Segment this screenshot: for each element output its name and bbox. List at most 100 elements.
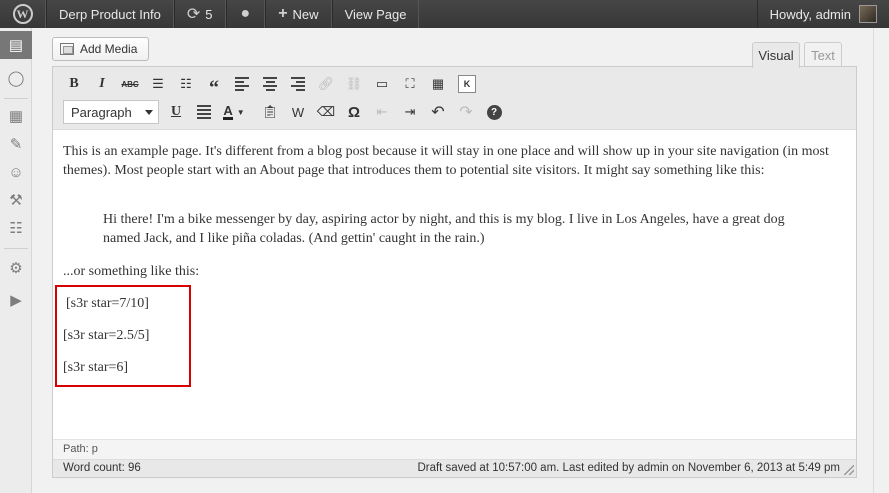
strikethrough-icon: ABC <box>121 79 139 89</box>
updates-icon: ⟳ <box>186 6 201 23</box>
text-color-button[interactable]: A ▼ <box>219 101 249 123</box>
menu-settings[interactable]: ⚙ <box>0 254 32 282</box>
menu-users[interactable]: ☺ <box>0 158 32 186</box>
align-right-icon <box>291 77 305 91</box>
fullscreen-button[interactable]: ⛶ <box>399 73 421 95</box>
redo-button[interactable]: ↷ <box>455 101 477 123</box>
view-page-link[interactable]: View Page <box>331 0 420 28</box>
comments-icon: ● <box>240 5 251 22</box>
avatar <box>859 5 877 23</box>
chevron-down-icon: ▼ <box>236 107 245 117</box>
menu-separator <box>4 98 28 99</box>
comment-bubble-icon: ◯ <box>7 70 25 87</box>
new-content-link[interactable]: + New <box>265 0 332 28</box>
shortcode-k-button[interactable]: K <box>458 75 476 93</box>
tab-visual[interactable]: Visual <box>752 42 800 68</box>
help-button[interactable]: ? <box>483 101 505 123</box>
insert-link-button[interactable]: 🔗︎ <box>315 73 337 95</box>
site-name-label: Derp Product Info <box>59 6 161 22</box>
pages-icon: ▤ <box>8 37 24 54</box>
align-center-icon <box>263 77 277 91</box>
underline-button[interactable]: U <box>165 101 187 123</box>
editor-toolbar: B I ABC ☰ ☷ “ 🔗︎ ⛓ ▭ ⛶ ▦ K Paragraph U A… <box>53 67 856 130</box>
wordpress-menu[interactable]: W <box>0 0 46 28</box>
editor: B I ABC ☰ ☷ “ 🔗︎ ⛓ ▭ ⛶ ▦ K Paragraph U A… <box>52 66 857 478</box>
clear-formatting-button[interactable]: ⌫ <box>315 101 337 123</box>
site-name-link[interactable]: Derp Product Info <box>46 0 174 28</box>
resize-handle-icon[interactable] <box>844 465 854 475</box>
tab-text-label: Text <box>811 47 835 63</box>
menu-separator <box>4 248 28 249</box>
numbered-list-button[interactable]: ☷ <box>175 73 197 95</box>
justify-icon <box>197 105 211 119</box>
align-right-button[interactable] <box>287 73 309 95</box>
fullscreen-icon: ⛶ <box>405 76 415 91</box>
updates-link[interactable]: ⟳ 5 <box>173 0 226 28</box>
word-count: Word count: 96 <box>63 462 141 474</box>
menu-comments[interactable]: ◯ <box>0 64 32 92</box>
strikethrough-button[interactable]: ABC <box>119 73 141 95</box>
indent-button[interactable]: ⇥ <box>399 101 421 123</box>
blockquote-text: Hi there! I'm a bike messenger by day, a… <box>103 212 785 246</box>
menu-pages[interactable]: ▤ <box>0 31 32 59</box>
greeting-label: Howdy, admin <box>769 6 851 22</box>
text-color-icon: A <box>223 102 233 120</box>
admin-side-menu: ▤ ◯ ▦ ✎ ☺ ⚒ ☷ ⚙ ▶ <box>0 28 32 493</box>
insert-more-button[interactable]: ▭ <box>371 73 393 95</box>
add-media-button[interactable]: Add Media <box>52 37 149 61</box>
bullet-list-icon: ☰ <box>152 76 164 91</box>
italic-button[interactable]: I <box>91 73 113 95</box>
paste-text-button[interactable]: 📋︎ <box>259 101 281 123</box>
toolbar-toggle-button[interactable]: ▦ <box>427 73 449 95</box>
paste-word-icon: W <box>291 104 305 120</box>
page-right-edge <box>873 28 889 493</box>
italic-icon: I <box>99 76 105 91</box>
eraser-icon: ⌫ <box>316 104 336 119</box>
paragraph-or: ...or something like this: <box>63 264 200 279</box>
outdent-icon: ⇤ <box>376 104 388 119</box>
tab-text[interactable]: Text <box>804 42 842 67</box>
path-label: Path: p <box>63 443 98 455</box>
paste-text-icon: 📋︎ <box>261 104 279 119</box>
plugins-icon: ✎ <box>9 136 23 153</box>
format-select[interactable]: Paragraph <box>63 100 159 124</box>
plus-icon: + <box>278 5 288 22</box>
path-bar: Path: p <box>53 439 856 459</box>
admin-bar: W Derp Product Info ⟳ 5 ● + New View Pag… <box>0 0 889 28</box>
format-select-value: Paragraph <box>71 104 132 120</box>
blockquote-icon: “ <box>209 76 219 99</box>
menu-appearance[interactable]: ▦ <box>0 102 32 130</box>
status-bar: Word count: 96 Draft saved at 10:57:00 a… <box>53 459 856 477</box>
paste-word-button[interactable]: W <box>287 101 309 123</box>
align-left-button[interactable] <box>231 73 253 95</box>
special-character-button[interactable]: Ω <box>343 101 365 123</box>
menu-settings-plugin[interactable]: ☷ <box>0 214 32 242</box>
menu-plugins[interactable]: ✎ <box>0 130 32 158</box>
underline-icon: U <box>170 104 182 119</box>
media-icon <box>60 43 74 55</box>
collapse-menu[interactable]: ▶ <box>0 286 32 314</box>
link-icon: 🔗︎ <box>317 76 335 91</box>
account-menu[interactable]: Howdy, admin <box>756 0 889 28</box>
align-left-icon <box>235 77 249 91</box>
users-icon: ☺ <box>8 163 24 181</box>
k-icon: K <box>463 79 471 89</box>
outdent-button[interactable]: ⇤ <box>371 101 393 123</box>
redo-icon: ↷ <box>459 104 473 121</box>
bold-button[interactable]: B <box>63 73 85 95</box>
sliders-icon: ☷ <box>9 220 23 237</box>
unlink-button[interactable]: ⛓ <box>343 73 365 95</box>
undo-icon: ↶ <box>431 104 445 121</box>
justify-button[interactable] <box>193 101 215 123</box>
add-media-label: Add Media <box>80 42 138 56</box>
comments-link[interactable]: ● <box>225 0 266 28</box>
tools-icon: ⚒ <box>9 192 23 209</box>
blockquote-button[interactable]: “ <box>203 73 225 99</box>
wordpress-logo-icon: W <box>12 4 33 24</box>
settings-icon: ⚙ <box>9 260 23 277</box>
bullet-list-button[interactable]: ☰ <box>147 73 169 95</box>
menu-tools[interactable]: ⚒ <box>0 186 32 214</box>
align-center-button[interactable] <box>259 73 281 95</box>
updates-count: 5 <box>205 6 213 22</box>
undo-button[interactable]: ↶ <box>427 101 449 123</box>
